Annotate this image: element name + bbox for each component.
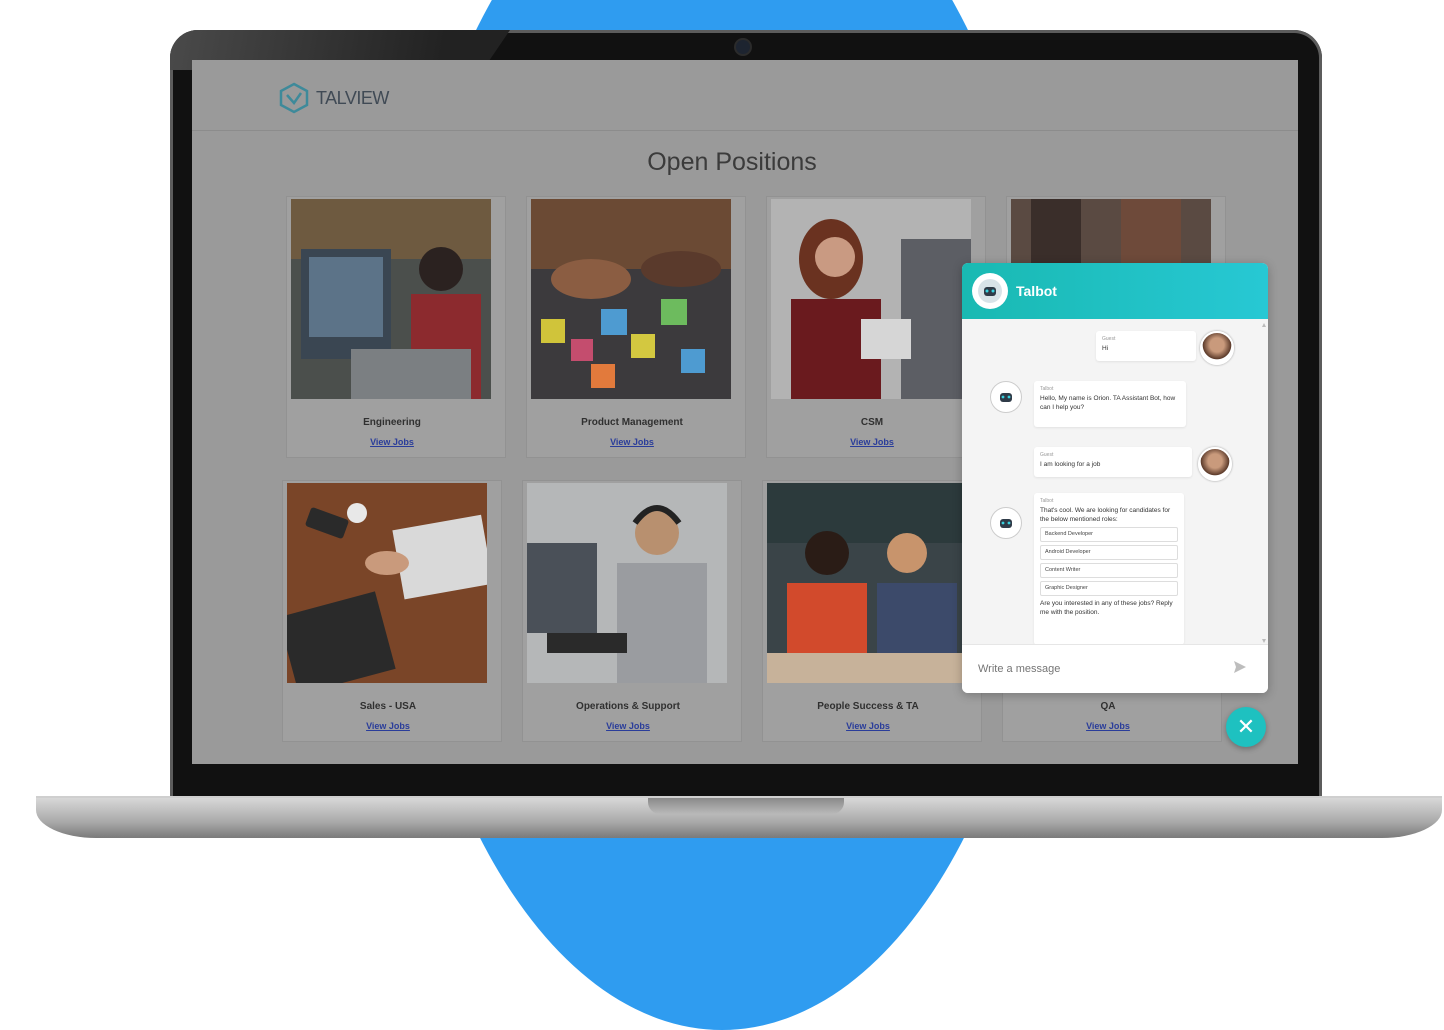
job-card-sales-usa: Sales - USA View Jobs xyxy=(282,480,502,742)
sales-photo xyxy=(287,483,487,683)
csm-photo xyxy=(771,199,971,399)
product-management-photo xyxy=(531,199,731,399)
job-card-csm: CSM View Jobs xyxy=(766,196,986,458)
brand-name: TALVIEW xyxy=(316,87,389,108)
user-avatar xyxy=(1198,447,1232,481)
view-jobs-link[interactable]: View Jobs xyxy=(767,437,977,447)
view-jobs-link[interactable]: View Jobs xyxy=(523,721,733,731)
send-icon[interactable] xyxy=(1234,661,1246,673)
bot-avatar-small-icon xyxy=(990,381,1022,413)
view-jobs-link[interactable]: View Jobs xyxy=(287,437,497,447)
chat-messages: Guest Hi Talbot Hello, My name is Orion.… xyxy=(962,319,1268,645)
card-category: Engineering xyxy=(363,417,421,428)
webcam xyxy=(736,40,750,54)
job-option-button[interactable]: Android Developer xyxy=(1040,545,1178,560)
card-category: Sales - USA xyxy=(359,701,417,712)
message-text: Hi xyxy=(1102,345,1109,352)
card-category: People Success & TA xyxy=(817,701,919,712)
bot-message: Talbot Hello, My name is Orion. TA Assis… xyxy=(1034,381,1186,427)
message-sender: Guest xyxy=(1102,336,1116,342)
card-category: Operations & Support xyxy=(576,701,680,712)
job-card-people-success: People Success & TA View Jobs xyxy=(762,480,982,742)
job-option-button[interactable]: Content Writer xyxy=(1040,563,1178,578)
chat-header: Talbot xyxy=(962,263,1268,319)
follow-up-text: Are you interested in any of these jobs?… xyxy=(1040,600,1173,616)
operations-photo xyxy=(527,483,727,683)
job-option-button[interactable]: Graphic Designer xyxy=(1040,581,1178,596)
job-card-operations-support: Operations & Support View Jobs xyxy=(522,480,742,742)
view-jobs-link[interactable]: View Jobs xyxy=(527,437,737,447)
close-chat-button[interactable]: ✕ xyxy=(1226,707,1266,747)
card-category: CSM xyxy=(860,417,884,428)
bot-message-options: Talbot That's cool. We are looking for c… xyxy=(1034,493,1184,645)
site-header: TALVIEW xyxy=(192,60,1298,131)
hexagon-logo-icon xyxy=(279,82,309,114)
message-sender: Talbot xyxy=(1040,386,1054,392)
card-category: Product Management xyxy=(581,417,683,428)
job-card-engineering: Engineering View Jobs xyxy=(286,196,506,458)
user-avatar xyxy=(1200,331,1234,365)
chat-scrollbar[interactable] xyxy=(1262,323,1266,643)
chat-title: Talbot xyxy=(1016,283,1057,299)
message-text: That's cool. We are looking for candidat… xyxy=(1040,507,1171,523)
page-title: Open Positions xyxy=(647,148,817,176)
view-jobs-link[interactable]: View Jobs xyxy=(1003,721,1213,731)
message-text: I am looking for a job xyxy=(1040,461,1101,468)
message-sender: Guest xyxy=(1040,452,1054,458)
job-card-product-management: Product Management View Jobs xyxy=(526,196,746,458)
chat-input-bar xyxy=(962,644,1268,693)
message-sender: Talbot xyxy=(1040,498,1054,504)
view-jobs-link[interactable]: View Jobs xyxy=(763,721,973,731)
view-jobs-link[interactable]: View Jobs xyxy=(283,721,493,731)
bot-avatar-small-icon xyxy=(990,507,1022,539)
user-message: Guest Hi xyxy=(1096,331,1196,361)
laptop-base-notch xyxy=(648,798,844,814)
message-input[interactable] xyxy=(976,659,1220,679)
message-text: Hello, My name is Orion. TA Assistant Bo… xyxy=(1040,395,1176,411)
engineering-photo xyxy=(291,199,491,399)
bot-avatar-icon xyxy=(972,273,1008,309)
close-icon: ✕ xyxy=(1236,714,1256,739)
job-option-button[interactable]: Backend Developer xyxy=(1040,527,1178,542)
user-message: Guest I am looking for a job xyxy=(1034,447,1192,477)
card-category: QA xyxy=(1100,701,1116,712)
talview-logo[interactable]: TALVIEW xyxy=(278,82,389,114)
people-success-photo xyxy=(767,483,967,683)
chatbot-window: Talbot Guest Hi Talbot Hello, My name is… xyxy=(962,263,1268,693)
